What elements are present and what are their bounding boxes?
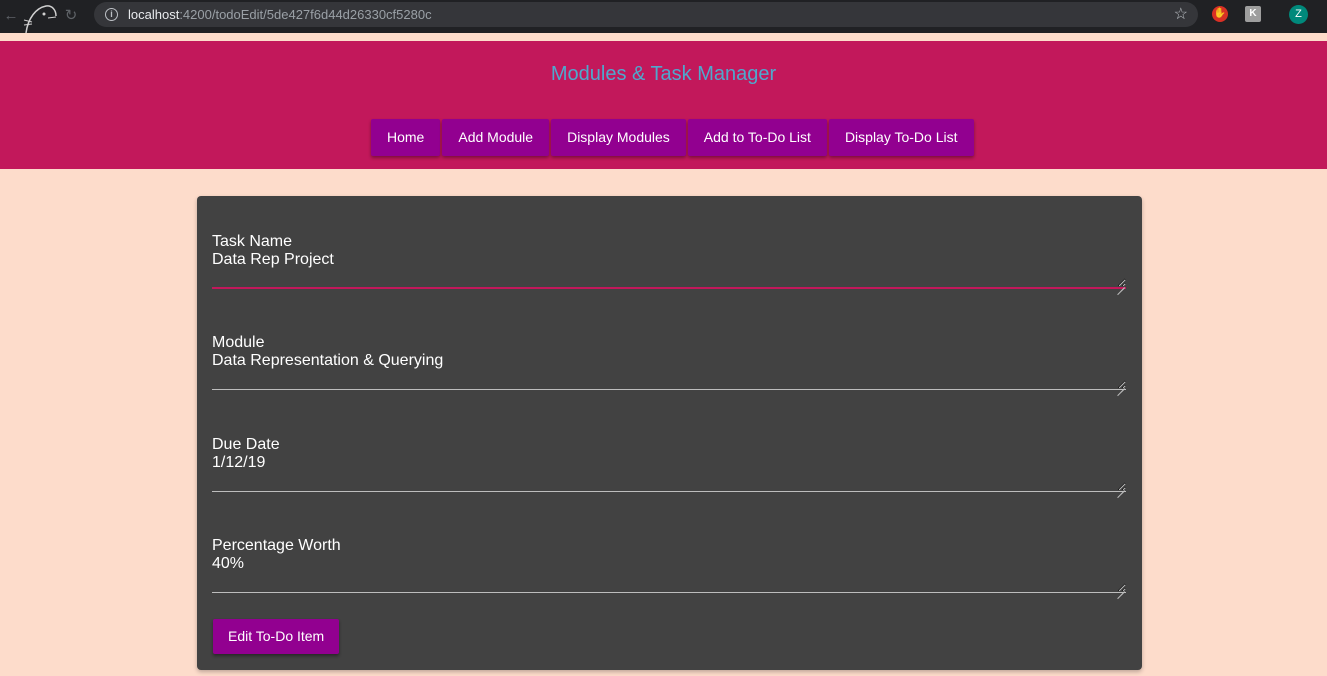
resize-grip-icon[interactable] <box>1117 280 1125 288</box>
nav-add-module-button[interactable]: Add Module <box>442 119 550 156</box>
extension-hand-icon[interactable]: ✋ <box>1212 6 1228 22</box>
extension-k-icon[interactable]: K <box>1245 6 1261 22</box>
browser-toolbar: ← ↻ i localhost:4200/todoEdit/5de427f6d4… <box>0 0 1327 33</box>
app-title: Modules & Task Manager <box>550 63 777 85</box>
bookmark-star-icon[interactable]: ☆ <box>1174 4 1188 24</box>
module-input[interactable]: Data Representation & Querying <box>212 352 1126 390</box>
nav-display-todo-button[interactable]: Display To-Do List <box>828 119 974 156</box>
back-icon[interactable]: ← <box>2 7 20 25</box>
edit-todo-item-button[interactable]: Edit To-Do Item <box>213 619 340 654</box>
nav-home-button[interactable]: Home <box>371 119 441 156</box>
url-text[interactable]: localhost:4200/todoEdit/5de427f6d44d2633… <box>128 7 432 22</box>
app-header: Modules & Task Manager Home Add Module D… <box>0 41 1327 169</box>
due-date-field: Due Date 1/12/19 <box>212 436 1126 498</box>
percentage-worth-label: Percentage Worth <box>212 537 341 554</box>
task-name-input[interactable]: Data Rep Project <box>212 251 1126 289</box>
nav-add-todo-button[interactable]: Add to To-Do List <box>687 119 827 156</box>
percentage-worth-field: Percentage Worth 40% <box>212 537 1126 599</box>
url-path: :4200/todoEdit/5de427f6d44d26330cf5280c <box>179 7 432 22</box>
main-nav: Home Add Module Display Modules Add to T… <box>371 119 976 156</box>
resize-grip-icon[interactable] <box>1117 483 1125 491</box>
nav-display-modules-button[interactable]: Display Modules <box>551 119 686 156</box>
module-field: Module Data Representation & Querying <box>212 334 1126 396</box>
resize-grip-icon[interactable] <box>1117 381 1125 389</box>
edit-todo-form: Task Name Data Rep Project Module Data R… <box>197 196 1142 670</box>
task-name-field: Task Name Data Rep Project <box>212 233 1126 295</box>
reload-icon[interactable]: ↻ <box>62 7 80 25</box>
info-icon[interactable]: i <box>105 8 118 21</box>
task-name-label: Task Name <box>212 233 293 250</box>
url-host: localhost <box>128 7 180 22</box>
profile-avatar[interactable]: Z <box>1289 5 1308 24</box>
resize-grip-icon[interactable] <box>1117 584 1125 592</box>
module-label: Module <box>212 334 265 351</box>
percentage-worth-input[interactable]: 40% <box>212 555 1126 593</box>
address-bar[interactable]: i localhost:4200/todoEdit/5de427f6d44d26… <box>94 2 1198 27</box>
due-date-label: Due Date <box>212 436 280 453</box>
mascot-logo-icon <box>23 5 57 33</box>
due-date-input[interactable]: 1/12/19 <box>212 454 1126 492</box>
